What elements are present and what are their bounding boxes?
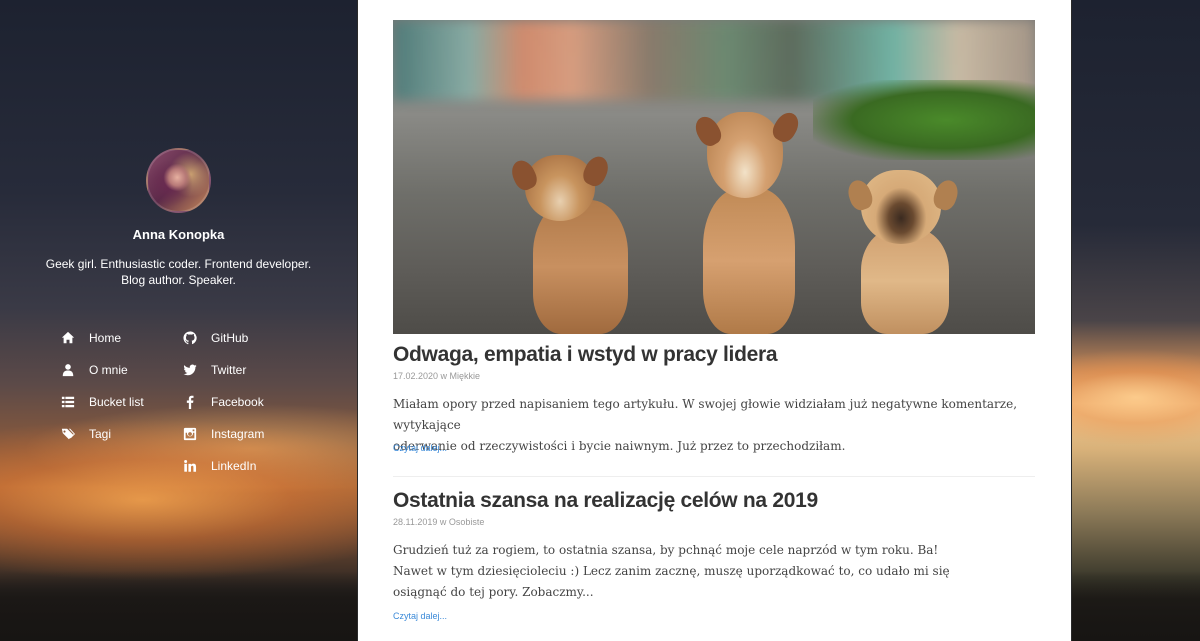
nav-item-facebook[interactable]: Facebook xyxy=(182,386,264,418)
post-excerpt-2: Grudzień tuż za rogiem, to ostatnia szan… xyxy=(393,540,1035,603)
post-excerpt-1-line-1: Miałam opory przed napisaniem tego artyk… xyxy=(393,397,1018,432)
tags-icon xyxy=(60,426,76,442)
post-excerpt-2-line-1: Grudzień tuż za rogiem, to ostatnia szan… xyxy=(393,543,939,557)
nav-item-twitter[interactable]: Twitter xyxy=(182,354,264,386)
hero-grass xyxy=(813,80,1035,160)
post-excerpt-1-line-2: oderwanie od rzeczywistości i bycie naiw… xyxy=(393,439,846,453)
nav-item-bucket-list[interactable]: Bucket list xyxy=(60,386,144,418)
post-excerpt-2-line-3: osiągnąć do tej pory. Zobaczmy... xyxy=(393,585,594,599)
nav-label-twitter: Twitter xyxy=(211,363,247,377)
author-name[interactable]: Anna Konopka xyxy=(0,227,357,242)
puppy-right xyxy=(843,168,963,334)
main-right-border xyxy=(1071,0,1072,641)
nav-label-facebook: Facebook xyxy=(211,395,264,409)
main-content: Odwaga, empatia i wstyd w pracy lidera 1… xyxy=(357,0,1072,641)
nav-item-o-mnie[interactable]: O mnie xyxy=(60,354,144,386)
read-more-link-2[interactable]: Czytaj dalej... xyxy=(393,611,447,621)
nav-item-github[interactable]: GitHub xyxy=(182,322,264,354)
sidebar: Anna Konopka Geek girl. Enthusiastic cod… xyxy=(0,0,357,641)
nav-label-instagram: Instagram xyxy=(211,427,265,441)
nav-primary: Home O mnie Bucket list Tagi xyxy=(60,322,144,450)
github-icon xyxy=(182,330,198,346)
post-excerpt-2-line-2: Nawet w tym dziesięcioleciu :) Lecz zani… xyxy=(393,564,950,578)
nav-label-tagi: Tagi xyxy=(89,427,112,441)
nav-label-o-mnie: O mnie xyxy=(89,363,128,377)
list-icon xyxy=(60,394,76,410)
post-title-2[interactable]: Ostatnia szansa na realizację celów na 2… xyxy=(393,489,818,513)
user-icon xyxy=(60,362,76,378)
post-title-1[interactable]: Odwaga, empatia i wstyd w pracy lidera xyxy=(393,343,778,367)
main-left-border xyxy=(357,0,358,641)
post-meta-2: 28.11.2019 w Osobiste xyxy=(393,517,485,527)
twitter-icon xyxy=(182,362,198,378)
nav-label-bucket-list: Bucket list xyxy=(89,395,144,409)
instagram-icon xyxy=(182,426,198,442)
puppy-middle xyxy=(690,108,804,334)
avatar[interactable] xyxy=(146,148,211,213)
author-bio: Geek girl. Enthusiastic coder. Frontend … xyxy=(45,257,312,287)
nav-item-home[interactable]: Home xyxy=(60,322,144,354)
post-excerpt-1: Miałam opory przed napisaniem tego artyk… xyxy=(393,394,1035,457)
nav-item-linkedin[interactable]: LinkedIn xyxy=(182,450,264,482)
post-hero-image[interactable] xyxy=(393,20,1035,334)
nav-label-github: GitHub xyxy=(211,331,249,345)
nav-label-home: Home xyxy=(89,331,122,345)
puppy-left xyxy=(503,150,653,334)
read-more-link-1[interactable]: Czytaj dalej... xyxy=(393,443,447,453)
post-divider xyxy=(393,476,1035,477)
post-meta-1: 17.02.2020 w Miękkie xyxy=(393,371,481,381)
right-background xyxy=(1072,0,1200,641)
home-icon xyxy=(60,330,76,346)
facebook-icon xyxy=(182,394,198,410)
right-treeline xyxy=(1072,571,1200,641)
nav-item-instagram[interactable]: Instagram xyxy=(182,418,264,450)
nav-label-linkedin: LinkedIn xyxy=(211,459,257,473)
nav-item-tagi[interactable]: Tagi xyxy=(60,418,144,450)
nav-social: GitHub Twitter Facebook Instagram Linked… xyxy=(182,322,264,482)
linkedin-icon xyxy=(182,458,198,474)
